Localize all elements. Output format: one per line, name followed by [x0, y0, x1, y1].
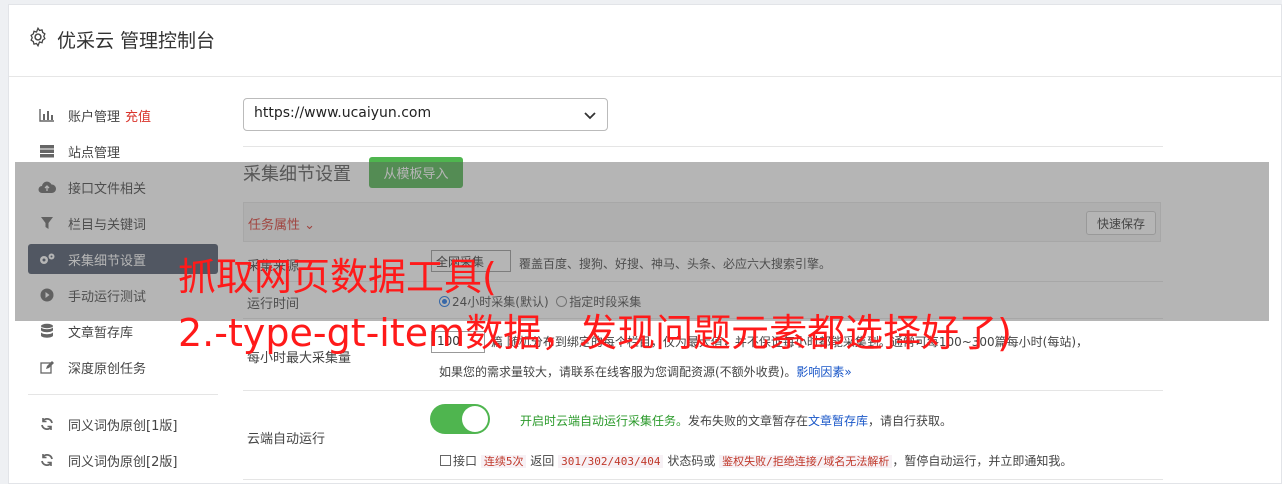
code-consecutive: 连续5次: [480, 455, 527, 468]
edit-icon: [38, 358, 56, 376]
caption-line-1: 抓取网页数据工具(: [178, 255, 497, 299]
server-icon: [38, 142, 56, 160]
bar-chart-icon: [38, 106, 56, 124]
cloud-run-text-b: ，请自行获取。: [868, 414, 953, 428]
database-icon: [38, 322, 56, 340]
article-store-link[interactable]: 文章暂存库: [808, 414, 868, 428]
caption-line-2: 2.-type-gt-item数据，发现问题元素都选择好了): [178, 311, 1012, 355]
divider: [243, 146, 1163, 147]
site-select-value: https://www.ucaiyun.com: [254, 105, 432, 121]
sidebar-item-label: 同义词伪原创[2版]: [68, 454, 178, 470]
refresh-icon: [38, 415, 56, 433]
toggle-knob: [462, 406, 488, 432]
cloud-run-label: 云端自动运行: [247, 432, 326, 447]
code-errors: 鉴权失败/拒绝连接/域名无法解析: [719, 455, 893, 468]
cloud-run-green-text: 开启时云端自动运行采集任务。: [520, 414, 689, 428]
sidebar-item-label: 文章暂存库: [68, 325, 134, 341]
cloud-run-desc: 开启时云端自动运行采集任务。发布失败的文章暂存在文章暂存库，请自行获取。: [520, 412, 952, 429]
sidebar-item-account[interactable]: 账户管理 充值: [28, 100, 218, 130]
max-per-hour-desc2-text: 如果您的需求量较大，请联系在线客服为您调配资源(不额外收费)。: [439, 365, 797, 379]
sidebar-item-synonym-v1[interactable]: 同义词伪原创[1版]: [28, 409, 218, 439]
gear-icon: [30, 26, 46, 48]
sidebar-item-label: 同义词伪原创[1版]: [68, 418, 178, 434]
page-title: 优采云 管理控制台: [57, 30, 216, 52]
text-return: 返回: [530, 454, 555, 468]
factors-link[interactable]: 影响因素»: [796, 365, 851, 379]
cb-label: 接口: [453, 454, 478, 468]
site-select[interactable]: https://www.ucaiyun.com: [243, 98, 608, 131]
divider: [243, 479, 1163, 480]
header: 优采云 管理控制台: [9, 5, 1281, 77]
max-per-hour-desc2: 如果您的需求量较大，请联系在线客服为您调配资源(不额外收费)。影响因素»: [439, 363, 852, 380]
chevron-down-icon: [584, 112, 596, 120]
code-status: 301/302/403/404: [558, 455, 664, 468]
sidebar-item-label: 深度原创任务: [68, 361, 147, 377]
refresh-icon: [38, 451, 56, 469]
sidebar-divider: [28, 394, 218, 395]
text-pause: ，暂停自动运行，并立即通知我。: [892, 454, 1073, 468]
sidebar-item-synonym-v2[interactable]: 同义词伪原创[2版]: [28, 445, 218, 475]
pause-checkbox[interactable]: [440, 455, 451, 466]
text-status-or: 状态码或: [667, 454, 716, 468]
cloud-run-toggle[interactable]: [430, 404, 490, 434]
cloud-run-text-a: 发布失败的文章暂存在: [688, 414, 809, 428]
sidebar-item-label: 站点管理: [68, 145, 121, 161]
pause-rule: 接口 连续5次 返回 301/302/403/404 状态码或 鉴权失败/拒绝连…: [440, 452, 1072, 469]
divider: [243, 390, 1163, 391]
sidebar-item-label: 账户管理: [68, 109, 121, 125]
recharge-link[interactable]: 充值: [125, 106, 151, 125]
